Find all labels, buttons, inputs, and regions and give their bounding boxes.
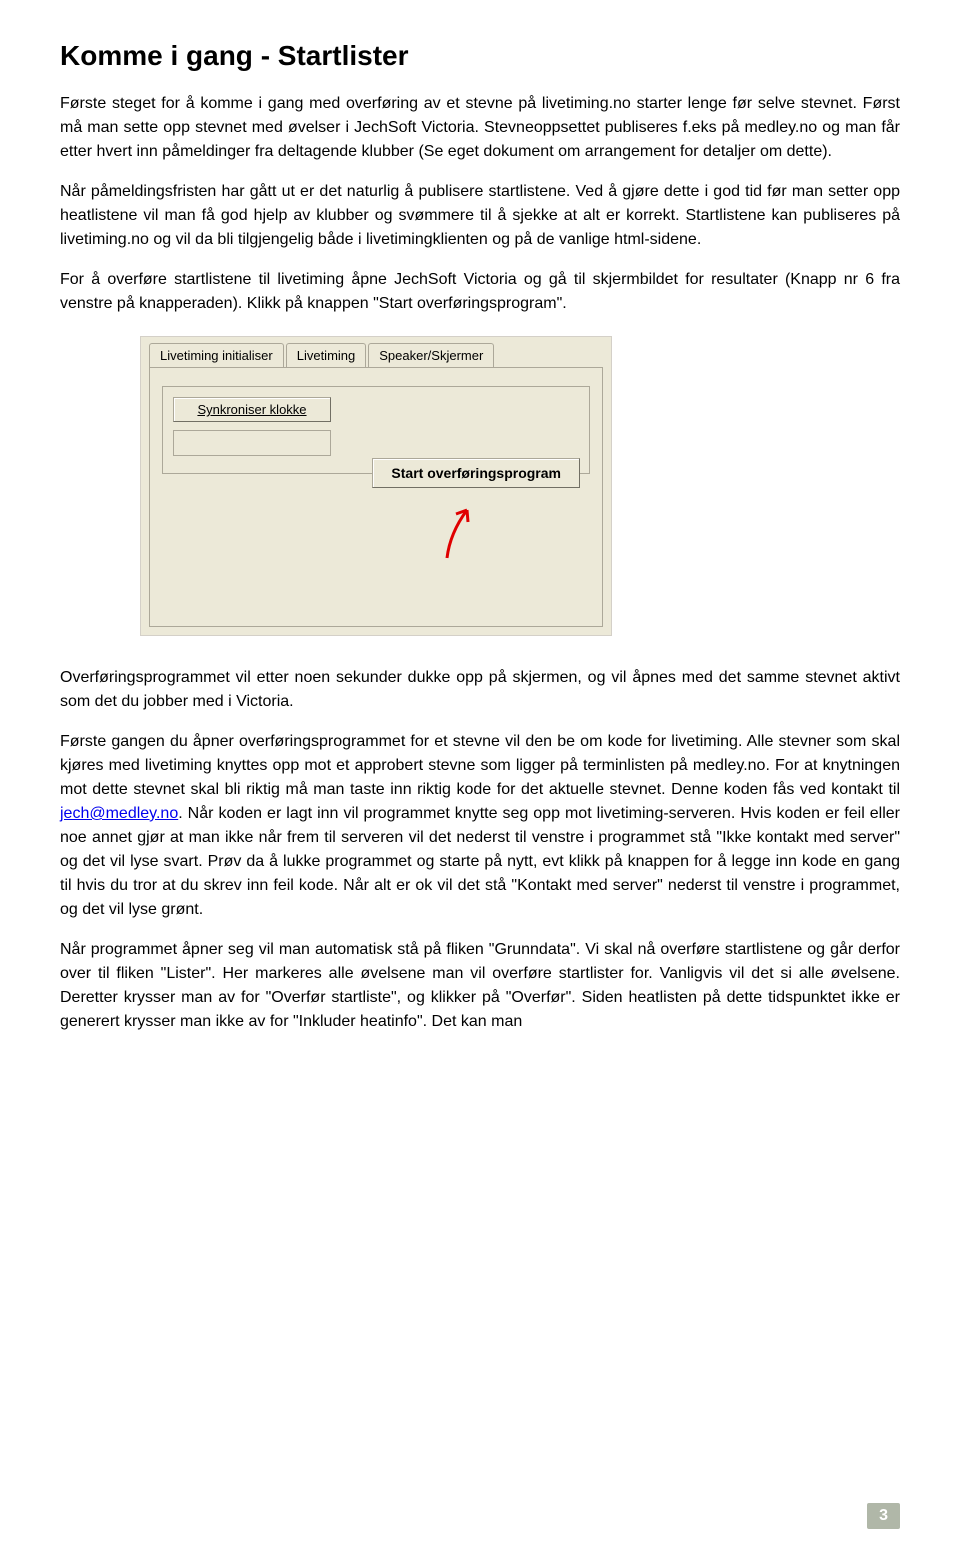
page-title: Komme i gang - Startlister	[60, 40, 900, 72]
body-paragraph: Når påmeldingsfristen har gått ut er det…	[60, 180, 900, 252]
sync-clock-button[interactable]: Synkroniser klokke	[173, 397, 331, 422]
empty-button-slot	[173, 430, 331, 456]
body-paragraph: Overføringsprogrammet vil etter noen sek…	[60, 666, 900, 714]
tab-panel: Synkroniser klokke Start overføringsprog…	[149, 367, 603, 627]
body-paragraph: Første steget for å komme i gang med ove…	[60, 92, 900, 164]
tab-livetiming[interactable]: Livetiming	[286, 343, 367, 367]
start-transfer-program-button[interactable]: Start overføringsprogram	[372, 458, 580, 488]
page-number-badge: 3	[867, 1503, 900, 1529]
body-paragraph: Når programmet åpner seg vil man automat…	[60, 938, 900, 1034]
tab-livetiming-initialiser[interactable]: Livetiming initialiser	[149, 343, 284, 367]
app-screenshot: Livetiming initialiser Livetiming Speake…	[140, 336, 900, 636]
paragraph-text: Første gangen du åpner overføringsprogra…	[60, 733, 900, 798]
page-number: 3	[867, 1503, 900, 1529]
tab-speaker-skjermer[interactable]: Speaker/Skjermer	[368, 343, 494, 367]
body-paragraph: Første gangen du åpner overføringsprogra…	[60, 730, 900, 922]
email-link[interactable]: jech@medley.no	[60, 805, 178, 822]
red-arrow-annotation-icon	[432, 498, 492, 571]
tab-bar: Livetiming initialiser Livetiming Speake…	[141, 337, 611, 367]
paragraph-text: . Når koden er lagt inn vil programmet k…	[60, 805, 900, 918]
body-paragraph: For å overføre startlistene til livetimi…	[60, 268, 900, 316]
